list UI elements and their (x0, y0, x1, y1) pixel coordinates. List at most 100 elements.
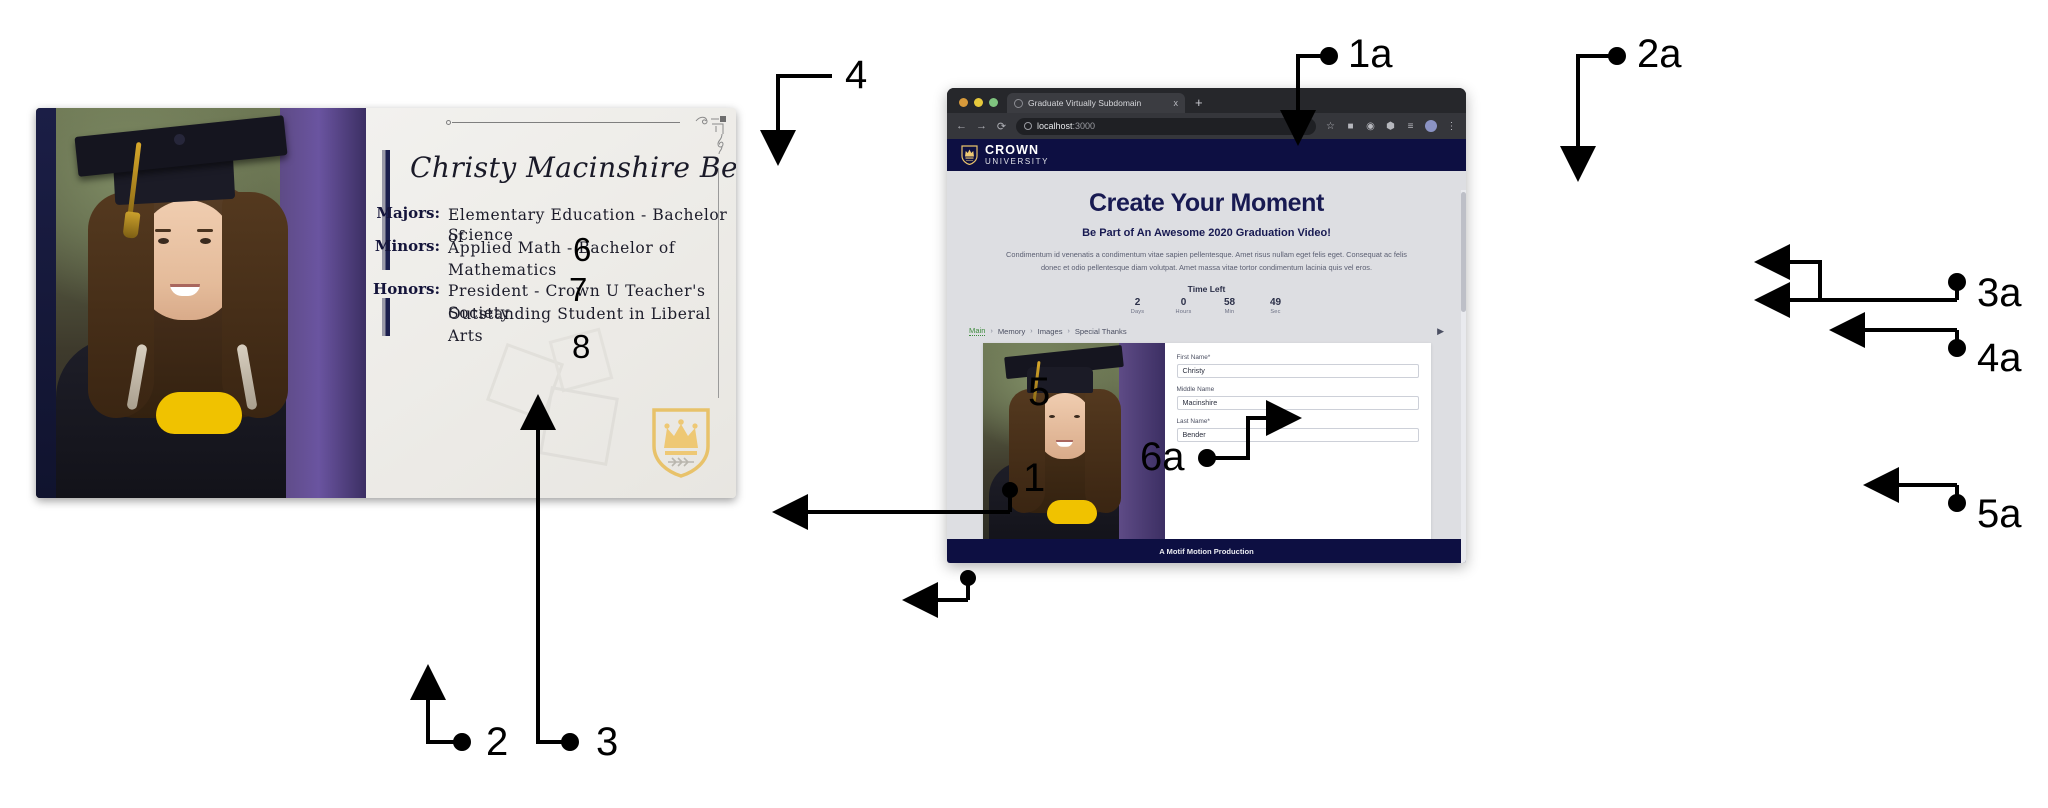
annotation-label-5a: 5a (1977, 492, 2022, 536)
scrollbar-thumb[interactable] (1461, 192, 1466, 312)
last-name-input[interactable]: Bender (1176, 427, 1419, 442)
breadcrumb-separator: › (1030, 327, 1033, 335)
annotation-label-3: 3 (596, 720, 619, 764)
timer-cells: 2 Days 0 Hours 58 Min 49 Sec (969, 297, 1444, 315)
annotation-label-6a: 6a (1140, 435, 1185, 479)
annotation-label-2: 2 (486, 720, 509, 764)
crown-shield-icon (652, 408, 710, 478)
reload-icon[interactable]: ⟳ (996, 120, 1007, 133)
leader-dot-3a (1948, 273, 1966, 291)
forward-icon[interactable]: → (976, 120, 987, 132)
leader-dot-1 (960, 570, 976, 586)
first-name-input[interactable]: Christy (1176, 363, 1419, 378)
site-footer: A Motif Motion Production (947, 539, 1466, 563)
header-rule-dot (446, 120, 451, 125)
majors-label: Majors: (376, 204, 440, 222)
leader-dot-3 (561, 733, 579, 751)
graduate-photo (36, 108, 366, 498)
url-text: localhost:3000 (1037, 121, 1095, 131)
browser-menu-icon[interactable]: ⋮ (1446, 121, 1457, 132)
page-scrollbar[interactable] (1461, 190, 1466, 563)
list-icon[interactable]: ≡ (1405, 121, 1416, 132)
profile-avatar-icon[interactable] (1425, 120, 1437, 132)
url-host: localhost (1037, 121, 1073, 131)
uploaded-graduate-photo[interactable] (982, 342, 1165, 550)
breadcrumb: Main › Memory › Images › Special Thanks (969, 326, 1127, 337)
timer-title: Time Left (1187, 283, 1226, 294)
logo-line-crown: CROWN (985, 143, 1040, 158)
timer-value-days: 2 (1134, 296, 1141, 308)
annotation-label-2a: 2a (1637, 32, 1682, 76)
leader-line-2 (410, 664, 462, 744)
breadcrumb-separator: › (990, 327, 993, 335)
gold-stole (1046, 499, 1097, 524)
page-title: Create Your Moment (1089, 189, 1324, 217)
breadcrumb-item-main[interactable]: Main (969, 326, 986, 337)
logo-line-university: UNIVERSITY (985, 156, 1050, 166)
annotation-label-4a: 4a (1977, 336, 2022, 380)
maximize-window-button[interactable] (989, 98, 998, 107)
bookmark-star-icon[interactable]: ☆ (1325, 121, 1336, 132)
timer-cell-hours: 0 Hours (1171, 297, 1197, 315)
minors-label: Minors: (374, 237, 440, 255)
back-icon[interactable]: ← (956, 120, 967, 132)
url-port: :3000 (1072, 121, 1096, 131)
timer-cell-min: 58 Min (1217, 297, 1243, 315)
eye-left (1048, 414, 1055, 418)
breadcrumb-item-memory[interactable]: Memory (998, 327, 1025, 336)
face (140, 200, 234, 320)
eyebrow-left (155, 229, 171, 232)
tab-favicon-icon (1014, 98, 1023, 108)
middle-name-input[interactable]: Macinshire (1176, 395, 1419, 410)
hair-left (88, 192, 154, 418)
puzzle-icon[interactable]: ⬢ (1385, 121, 1396, 132)
address-bar[interactable]: localhost:3000 (1016, 117, 1316, 135)
timer-cell-sec: 49 Sec (1263, 297, 1289, 315)
site-logo-text: CROWN UNIVERSITY (985, 144, 1049, 166)
countdown-timer: Time Left 2 Days 0 Hours 58 Min 49 Sec (969, 284, 1444, 315)
minimize-window-button[interactable] (974, 98, 983, 107)
gold-stole (156, 392, 242, 434)
toolbar-actions: ☆ ■ ◉ ⬢ ≡ ⋮ (1325, 120, 1457, 132)
timer-cell-days: 2 Days (1125, 297, 1151, 315)
crown-shield-icon (961, 145, 978, 165)
leader-dot-1a (1320, 47, 1338, 65)
hair-right (1084, 388, 1121, 513)
eye-left (158, 238, 169, 244)
site-info-icon[interactable] (1024, 122, 1032, 130)
timer-value-min: 58 (1223, 296, 1236, 308)
annotation-label-4: 4 (845, 53, 868, 97)
site-header: CROWN UNIVERSITY (947, 139, 1466, 171)
leader-dot-4a (1948, 339, 1966, 357)
last-name-label: Last Name* (1176, 417, 1210, 425)
breadcrumb-item-special-thanks[interactable]: Special Thanks (1075, 327, 1127, 336)
first-name-label: First Name* (1176, 353, 1211, 361)
extension-icon[interactable]: ◉ (1365, 121, 1376, 132)
card-text-area: Christy Macinshire Bender Majors: Elemen… (366, 108, 736, 498)
leader-dot-2a (1608, 47, 1626, 65)
tab-title: Graduate Virtually Subdomain (1028, 98, 1142, 108)
annotation-label-7: 7 (569, 271, 588, 308)
browser-toolbar: ← → ⟳ localhost:3000 ☆ ■ ◉ ⬢ ≡ ⋮ (947, 113, 1466, 139)
camera-icon[interactable]: ■ (1345, 121, 1356, 132)
leader-line-2a (1560, 54, 1617, 182)
name-form: First Name* Christy Middle Name Macinshi… (1165, 343, 1431, 550)
mortarboard-button (174, 134, 185, 145)
browser-tab[interactable]: Graduate Virtually Subdomain x (1007, 93, 1185, 113)
honors-value-line2: Outstanding Student in Liberal Arts (448, 305, 711, 346)
close-window-button[interactable] (959, 98, 968, 107)
photo-purple-edge (280, 108, 366, 498)
eye-right (200, 238, 211, 244)
breadcrumb-next-icon[interactable]: ▶ (1437, 326, 1444, 337)
middle-name-label: Middle Name (1176, 385, 1215, 393)
breadcrumb-item-images[interactable]: Images (1038, 327, 1063, 336)
hero-section: Create Your Moment Be Part of An Awesome… (947, 171, 1466, 315)
breadcrumb-row: Main › Memory › Images › Special Thanks … (969, 326, 1444, 337)
timer-unit-min: Min (1224, 308, 1235, 315)
window-controls[interactable] (955, 98, 1007, 113)
new-tab-icon[interactable]: + (1185, 95, 1213, 113)
close-tab-icon[interactable]: x (1174, 98, 1179, 108)
timer-unit-days: Days (1130, 308, 1145, 315)
annotation-label-1: 1 (1023, 456, 1046, 500)
leader-line-3a-title (1754, 244, 1957, 302)
